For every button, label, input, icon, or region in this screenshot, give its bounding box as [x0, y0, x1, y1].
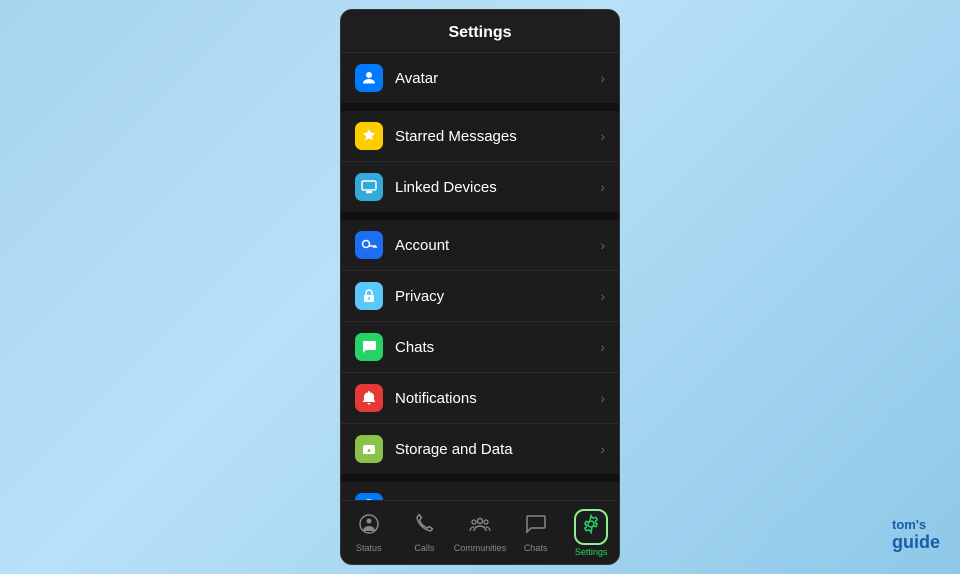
menu-item-linked-devices[interactable]: Linked Devices ›: [341, 162, 619, 212]
storage-data-chevron: ›: [600, 441, 605, 457]
brand-guide: guide: [892, 532, 940, 554]
bell-icon: [355, 384, 383, 412]
star-icon: [355, 122, 383, 150]
starred-chevron: ›: [600, 128, 605, 144]
avatar-icon: [355, 64, 383, 92]
bottom-navigation: Status Calls Communities: [341, 500, 619, 564]
menu-section-4: Help › Tell a Friend ›: [341, 482, 619, 500]
separator-3: [341, 474, 619, 482]
phone-screen: Settings Avatar ›: [340, 9, 620, 565]
help-chevron: ›: [600, 499, 605, 500]
status-nav-label: Status: [356, 543, 382, 553]
monitor-icon: [355, 173, 383, 201]
info-icon: [355, 493, 383, 500]
privacy-chevron: ›: [600, 288, 605, 304]
menu-item-starred-messages[interactable]: Starred Messages ›: [341, 111, 619, 162]
nav-communities[interactable]: Communities: [452, 509, 508, 557]
notifications-chevron: ›: [600, 390, 605, 406]
menu-item-help[interactable]: Help ›: [341, 482, 619, 500]
help-label: Help: [395, 499, 600, 501]
linked-devices-label: Linked Devices: [395, 179, 600, 196]
toms-guide-brand: tom's guide: [892, 517, 940, 554]
nav-calls[interactable]: Calls: [397, 509, 453, 557]
communities-nav-label: Communities: [454, 543, 507, 553]
storage-data-label: Storage and Data: [395, 441, 600, 458]
account-chevron: ›: [600, 237, 605, 253]
chat-icon: [355, 333, 383, 361]
menu-item-privacy[interactable]: Privacy ›: [341, 271, 619, 322]
menu-section-2: Starred Messages › Linked Devices ›: [341, 111, 619, 212]
key-icon: [355, 231, 383, 259]
menu-item-notifications[interactable]: Notifications ›: [341, 373, 619, 424]
nav-chats[interactable]: Chats: [508, 509, 564, 557]
nav-settings[interactable]: Settings: [563, 505, 619, 561]
chats-label: Chats: [395, 339, 600, 356]
privacy-label: Privacy: [395, 288, 600, 305]
menu-item-account[interactable]: Account ›: [341, 220, 619, 271]
avatar-label: Avatar: [395, 70, 600, 87]
avatar-chevron: ›: [600, 70, 605, 86]
settings-nav-icon: [574, 509, 608, 545]
settings-nav-label: Settings: [575, 547, 608, 557]
settings-header: Settings: [341, 10, 619, 53]
status-nav-icon: [358, 513, 380, 541]
settings-content: Avatar › Starred Messages ›: [341, 53, 619, 500]
linked-devices-chevron: ›: [600, 179, 605, 195]
separator-2: [341, 212, 619, 220]
lock-icon: [355, 282, 383, 310]
storage-icon: [355, 435, 383, 463]
starred-messages-label: Starred Messages: [395, 128, 600, 145]
menu-section-3: Account › Privacy ›: [341, 220, 619, 474]
menu-item-chats[interactable]: Chats ›: [341, 322, 619, 373]
separator-1: [341, 103, 619, 111]
brand-toms: tom's: [892, 517, 940, 533]
notifications-label: Notifications: [395, 390, 600, 407]
menu-item-avatar[interactable]: Avatar ›: [341, 53, 619, 103]
chats-nav-icon: [525, 513, 547, 541]
calls-nav-label: Calls: [414, 543, 434, 553]
menu-item-storage-data[interactable]: Storage and Data ›: [341, 424, 619, 474]
calls-nav-icon: [413, 513, 435, 541]
communities-nav-icon: [469, 513, 491, 541]
chats-chevron: ›: [600, 339, 605, 355]
chats-nav-label: Chats: [524, 543, 548, 553]
nav-status[interactable]: Status: [341, 509, 397, 557]
page-title: Settings: [448, 24, 511, 41]
menu-section-1: Avatar ›: [341, 53, 619, 103]
account-label: Account: [395, 237, 600, 254]
